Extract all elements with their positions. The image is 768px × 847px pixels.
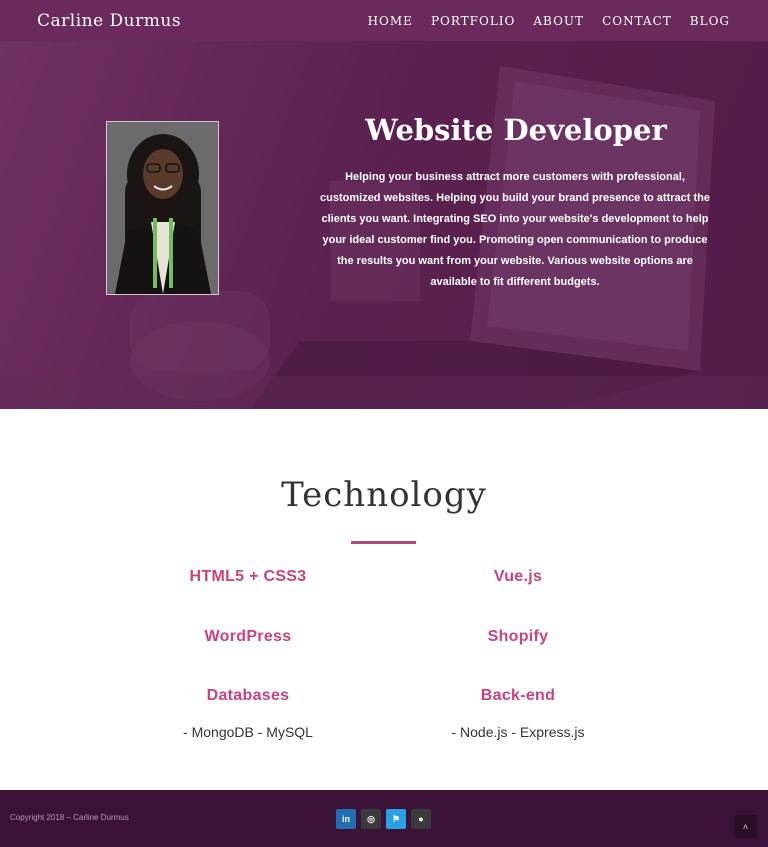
tech-item-wordpress: WordPress bbox=[204, 628, 292, 645]
nav-blog[interactable]: BLOG bbox=[690, 14, 730, 28]
hero-title: Website Developer bbox=[365, 113, 667, 147]
top-navbar: Carline Durmus HOME PORTFOLIO ABOUT CONT… bbox=[0, 0, 768, 41]
site-brand[interactable]: Carline Durmus bbox=[37, 11, 181, 31]
nav-contact[interactable]: CONTACT bbox=[602, 14, 672, 28]
copyright-text: Copyright 2018 – Carline Durmus bbox=[10, 813, 129, 822]
tech-item-html-css: HTML5 + CSS3 bbox=[189, 568, 307, 585]
tech-item-backend: Back-end bbox=[480, 687, 556, 704]
linkedin-icon[interactable]: in bbox=[336, 809, 356, 829]
tech-sub-backend: - Node.js - Express.js bbox=[451, 724, 585, 740]
technology-divider bbox=[351, 541, 416, 544]
instagram-icon[interactable]: ◎ bbox=[361, 809, 381, 829]
profile-photo bbox=[106, 121, 219, 295]
nav-about[interactable]: ABOUT bbox=[533, 14, 584, 28]
github-icon[interactable]: ● bbox=[411, 809, 431, 829]
technology-heading: Technology bbox=[281, 475, 487, 515]
site-footer: Copyright 2018 – Carline Durmus in ◎ ⚑ ● bbox=[0, 790, 768, 847]
back-to-top-button[interactable]: ˄ bbox=[734, 815, 757, 838]
tech-item-vue: Vue.js bbox=[493, 568, 543, 585]
tech-item-databases: Databases bbox=[206, 687, 290, 704]
main-menu: HOME PORTFOLIO ABOUT CONTACT BLOG bbox=[368, 14, 730, 28]
twitter-icon[interactable]: ⚑ bbox=[386, 809, 406, 829]
tech-item-shopify: Shopify bbox=[487, 628, 549, 645]
nav-portfolio[interactable]: PORTFOLIO bbox=[431, 14, 515, 28]
social-links: in ◎ ⚑ ● bbox=[336, 809, 431, 829]
profile-photo-illustration bbox=[107, 122, 218, 294]
tech-sub-databases: - MongoDB - MySQL bbox=[183, 724, 313, 740]
hero-description: Helping your business attract more custo… bbox=[320, 171, 710, 288]
nav-home[interactable]: HOME bbox=[368, 14, 413, 28]
hero-section: Website Developer Helping your business … bbox=[0, 41, 768, 409]
